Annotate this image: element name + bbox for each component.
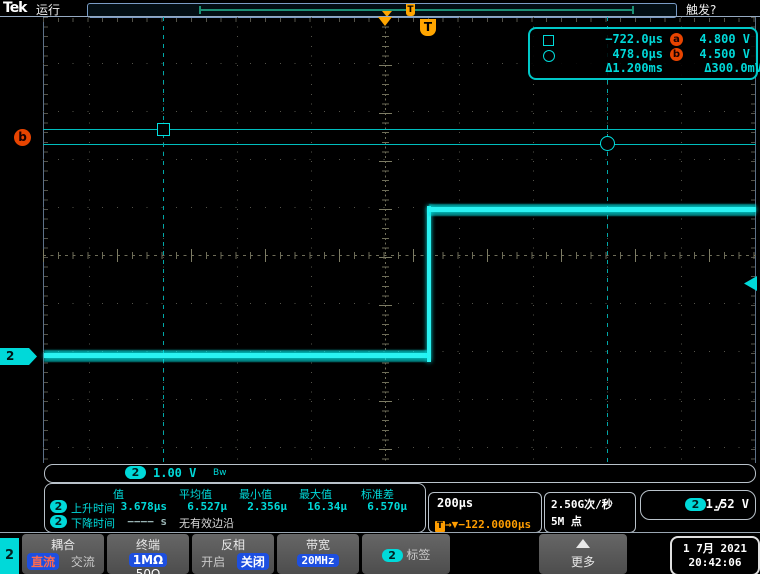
termination-label: 终端 [107, 536, 189, 553]
meas-row1-value: 3.678µs [105, 500, 167, 513]
b-trigger-level-badge[interactable]: b [14, 129, 31, 146]
record-waveform-line [201, 9, 633, 11]
menu-channel-tab[interactable]: 2 [0, 538, 19, 574]
menu-button-termination[interactable]: 终端 1MΩ 50Ω [107, 534, 189, 574]
menu-button-invert[interactable]: 反相 开启 关闭 [192, 534, 274, 574]
gridline-h [43, 399, 756, 400]
label-text: 标签 [406, 548, 430, 562]
trigger-level-value: 1.52 V [701, 497, 749, 511]
trigger-delay-value: →▼−122.0000µs [445, 518, 531, 531]
datetime-box: 1 7月 2021 20:42:06 [670, 536, 760, 574]
coupling-label: 耦合 [22, 536, 104, 553]
cursor-delta-time: Δ1.200ms [558, 61, 663, 75]
menu-button-bandwidth[interactable]: 带宽 20MHz [277, 534, 359, 574]
record-trigger-icon: T [406, 4, 415, 16]
channel-scale-bar[interactable]: 2 1.00 V Bᴡ [44, 464, 756, 483]
gridline-v [89, 17, 90, 463]
gridline-v [311, 17, 312, 463]
gridline-h [43, 303, 756, 304]
meas-row1-mean: 6.527µ [165, 500, 227, 513]
meas-row2-message: 无有效边沿 [179, 515, 234, 531]
menu-button-label[interactable]: 2 标签 [362, 534, 450, 574]
gridline-h [43, 447, 756, 448]
invert-on-option[interactable]: 开启 [197, 553, 229, 570]
sample-rate: 2.50G次/秒 [551, 496, 613, 512]
more-label: 更多 [539, 553, 627, 570]
tek-logo: Tek [3, 0, 27, 16]
graticule-right-ticks [751, 17, 755, 463]
gridline-v [681, 17, 682, 463]
cursor-a-hline[interactable] [43, 129, 756, 130]
measurement-table: 值 平均值 最小值 最大值 标准差 2 上升时间 3.678µs 6.527µ … [44, 483, 426, 533]
square-cursor-icon [543, 35, 554, 46]
cursor-b-voltage: 4.500 V [686, 47, 750, 61]
horizontal-readout-box: 200µs T→▼−122.0000µs [428, 492, 542, 533]
cursor-b-circle-marker[interactable] [600, 136, 615, 151]
meas-row1-max: 16.34µ [285, 500, 347, 513]
ch2-ground-marker[interactable]: 2 [0, 348, 37, 365]
meas-row1-channel-badge: 2 [50, 500, 67, 513]
record-window-left-bracket [199, 6, 201, 14]
cursor-delta-voltage: Δ300.0mV [686, 61, 760, 75]
label-channel-badge: 2 [382, 549, 403, 562]
trigger-position-badge[interactable]: T [420, 19, 436, 36]
cursor-b-badge: b [670, 48, 683, 61]
meas-row1-std: 6.570µ [345, 500, 407, 513]
more-up-triangle-icon [576, 539, 590, 548]
cursor-readout-box: −722.0µs 478.0µs a b 4.800 V 4.500 V Δ1.… [528, 27, 758, 80]
coupling-ac-option[interactable]: 交流 [67, 553, 99, 570]
meas-row2-value: −−−− s [105, 515, 167, 528]
expansion-point-icon [378, 17, 392, 26]
menu-button-more[interactable]: 更多 [539, 534, 627, 574]
invert-label: 反相 [192, 536, 274, 553]
center-vertical-axis-major-ticks [379, 17, 392, 463]
cursor-b-time: 478.0µs [558, 47, 663, 61]
cursor-b-hline[interactable] [43, 144, 756, 145]
gridline-v [533, 17, 534, 463]
gridline-h [43, 159, 756, 160]
gridline-h [43, 111, 756, 112]
gridline-v [237, 17, 238, 463]
circle-cursor-icon [543, 50, 555, 62]
cursor-b-vline[interactable] [607, 17, 608, 463]
cursor-a-square-marker[interactable] [157, 123, 170, 136]
date-value: 1 7月 2021 [672, 540, 758, 556]
cursor-a-voltage: 4.800 V [686, 32, 750, 46]
ch2-waveform-high [429, 207, 756, 212]
graticule-right-frame [755, 17, 756, 463]
cursor-a-vline[interactable] [163, 17, 164, 463]
ch2-waveform-low [44, 353, 427, 358]
trigger-t-icon: T [435, 521, 445, 532]
record-length: 5M 点 [551, 513, 582, 529]
ch2-waveform-rising-edge [427, 206, 431, 362]
trigger-readout-box: 2 1.52 V [640, 490, 756, 520]
acquisition-readout-box: 2.50G次/秒 5M 点 [544, 492, 636, 533]
cursor-a-badge: a [670, 33, 683, 46]
timebase-value: 200µs [437, 496, 473, 510]
graticule-left-ticks [44, 17, 48, 463]
oscilloscope-screen: Tek 运行 触发? T [0, 0, 760, 574]
bandwidth-label: 带宽 [277, 536, 359, 553]
bandwidth-limit-icon: Bᴡ [213, 468, 227, 478]
coupling-dc-option[interactable]: 直流 [27, 553, 59, 570]
time-value: 20:42:06 [672, 556, 758, 569]
ch2-badge: 2 [125, 466, 146, 479]
meas-row1-min: 2.356µ [225, 500, 287, 513]
termination-1m-option[interactable]: 1MΩ [129, 553, 168, 567]
ch2-scale-value: 1.00 V [153, 466, 196, 480]
graticule-top-ticks [43, 18, 756, 22]
invert-off-option[interactable]: 关闭 [237, 553, 269, 570]
menu-divider [0, 532, 760, 533]
cursor-a-time: −722.0µs [558, 32, 663, 46]
menu-button-coupling[interactable]: 耦合 直流 交流 [22, 534, 104, 574]
termination-50-option[interactable]: 50Ω [132, 567, 164, 574]
graticule [43, 17, 756, 463]
bandwidth-20mhz-option[interactable]: 20MHz [297, 554, 338, 567]
gridline-v [459, 17, 460, 463]
record-window-right-bracket [632, 6, 634, 14]
meas-row2-channel-badge: 2 [50, 515, 67, 528]
center-horizontal-axis-major-ticks [43, 249, 756, 262]
